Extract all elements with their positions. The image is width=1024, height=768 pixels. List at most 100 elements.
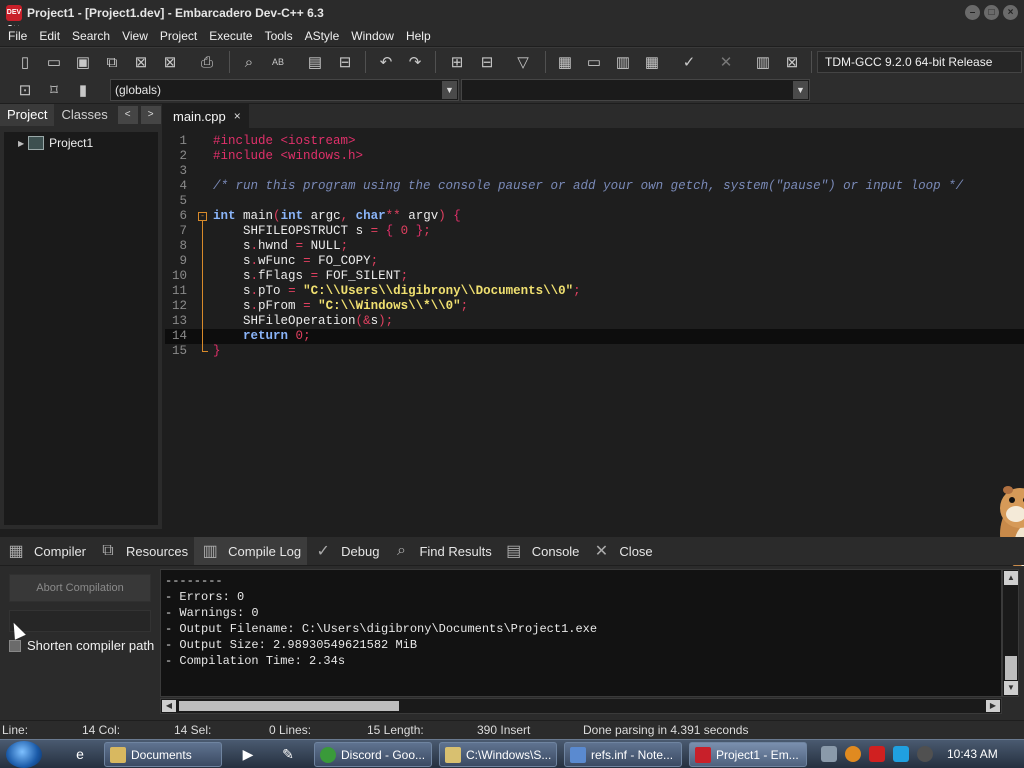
chevron-down-icon[interactable]: ▼ bbox=[442, 81, 457, 99]
tray-app-icon[interactable] bbox=[821, 746, 837, 762]
code-line[interactable]: 2 #include <windows.h> bbox=[165, 149, 1024, 164]
code-line[interactable]: 12 s.pFrom = "C:\\Windows\\*\\0"; bbox=[165, 299, 1024, 314]
scroll-up-icon[interactable]: ▲ bbox=[1004, 571, 1018, 585]
code-line[interactable]: 7 SHFILEOPSTRUCT s = { 0 }; bbox=[165, 224, 1024, 239]
menu-view[interactable]: View bbox=[116, 29, 154, 43]
menu-astyle[interactable]: AStyle bbox=[299, 29, 346, 43]
tray-flag-icon[interactable] bbox=[869, 746, 885, 762]
code-line[interactable]: 5 bbox=[165, 194, 1024, 209]
tray-volume-icon[interactable] bbox=[917, 746, 933, 762]
close-tab-icon[interactable]: × bbox=[234, 109, 241, 123]
tab-nav-prev[interactable]: < bbox=[117, 106, 138, 124]
close-window-button[interactable]: × bbox=[1003, 5, 1018, 20]
tab-project[interactable]: Project bbox=[0, 104, 55, 126]
code-line[interactable]: 1 #include <iostream> bbox=[165, 134, 1024, 149]
goto-bookmark-icon[interactable]: ▮ bbox=[72, 79, 94, 101]
compile-log-output[interactable]: -------- - Errors: 0 - Warnings: 0 - Out… bbox=[160, 569, 1002, 697]
bookmark-icon[interactable]: ⌑ bbox=[43, 79, 65, 101]
new-file-icon[interactable]: ▯ bbox=[14, 51, 36, 73]
rebuild-all-icon[interactable]: ▦ bbox=[641, 51, 663, 73]
code-line[interactable]: 15} bbox=[165, 344, 1024, 359]
code-line[interactable]: 8 s.hwnd = NULL; bbox=[165, 239, 1024, 254]
tab-debug[interactable]: ✓ Debug bbox=[307, 537, 385, 565]
replace-icon[interactable]: AB bbox=[267, 51, 289, 73]
taskbar-notepad[interactable]: refs.inf - Note... bbox=[564, 742, 682, 767]
save-all-icon[interactable]: ⧉ bbox=[101, 51, 123, 73]
compiler-select[interactable]: TDM-GCC 9.2.0 64-bit Release bbox=[817, 51, 1022, 73]
menu-tools[interactable]: Tools bbox=[259, 29, 299, 43]
code-editor[interactable]: 1 #include <iostream> 2 #include <windows.h… bbox=[165, 134, 1024, 529]
menu-window[interactable]: Window bbox=[345, 29, 400, 43]
print-icon[interactable]: ⎙ bbox=[196, 51, 218, 73]
tab-find-results[interactable]: ⌕ Find Results bbox=[385, 537, 497, 565]
taskbar-explorer[interactable]: C:\Windows\S... bbox=[439, 742, 557, 767]
code-line[interactable]: 13 SHFileOperation(&s); bbox=[165, 314, 1024, 329]
run-icon[interactable]: ▭ bbox=[583, 51, 605, 73]
code-line[interactable]: 4 /* run this program using the console p… bbox=[165, 179, 1024, 194]
expand-arrow-icon[interactable]: ▶ bbox=[18, 139, 24, 148]
internet-explorer-icon[interactable]: e bbox=[70, 744, 90, 764]
insert-code-icon[interactable]: ⊡ bbox=[14, 79, 36, 101]
tray-network-icon[interactable] bbox=[893, 746, 909, 762]
menu-project[interactable]: Project bbox=[154, 29, 203, 43]
log-horizontal-scrollbar[interactable]: ◀ ▶ bbox=[160, 698, 1002, 714]
tray-search-icon[interactable] bbox=[845, 746, 861, 762]
close-file-icon[interactable]: ⊠ bbox=[130, 51, 152, 73]
scroll-right-icon[interactable]: ▶ bbox=[986, 700, 1000, 712]
scroll-left-icon[interactable]: ◀ bbox=[162, 700, 176, 712]
taskbar-discord[interactable]: Discord - Goo... bbox=[314, 742, 432, 767]
stop-execution-icon[interactable]: ✕ bbox=[715, 51, 737, 73]
scope-combo[interactable]: (globals) ▼ bbox=[110, 79, 459, 101]
menu-search[interactable]: Search bbox=[66, 29, 116, 43]
minimize-button[interactable]: – bbox=[965, 5, 980, 20]
code-line[interactable]: 9 s.wFunc = FO_COPY; bbox=[165, 254, 1024, 269]
abort-compilation-button[interactable]: Abort Compilation bbox=[9, 574, 151, 602]
find-icon[interactable]: ⌕ bbox=[238, 51, 260, 73]
tab-compile-log[interactable]: ▥ Compile Log bbox=[194, 537, 308, 565]
tab-resources[interactable]: ⧉ Resources bbox=[92, 537, 194, 565]
tab-compiler[interactable]: ▦ Compiler bbox=[0, 537, 92, 565]
code-line[interactable]: 14 return 0; bbox=[165, 329, 1024, 344]
tab-main-cpp[interactable]: main.cpp × bbox=[165, 104, 249, 128]
close-panel-button[interactable]: ✕ Close bbox=[585, 537, 658, 565]
taskbar-devcpp[interactable]: Project1 - Em... bbox=[689, 742, 807, 767]
checkbox-icon[interactable] bbox=[9, 639, 21, 652]
tab-classes[interactable]: Classes bbox=[54, 104, 114, 126]
new-project-icon[interactable]: ⊞ bbox=[446, 51, 468, 73]
tree-item-project1[interactable]: ▶ Project1 bbox=[18, 136, 93, 150]
media-player-icon[interactable]: ▶ bbox=[238, 744, 258, 764]
paint-icon[interactable]: ✎ bbox=[278, 744, 298, 764]
goto-line-icon[interactable]: ▤ bbox=[304, 51, 326, 73]
code-line[interactable]: 10 s.fFlags = FOF_SILENT; bbox=[165, 269, 1024, 284]
chevron-down-icon[interactable]: ▼ bbox=[793, 81, 808, 99]
member-combo[interactable]: ▼ bbox=[461, 79, 810, 101]
taskbar-documents[interactable]: Documents bbox=[104, 742, 222, 767]
remove-from-project-icon[interactable]: ⊟ bbox=[476, 51, 498, 73]
shorten-compiler-path-checkbox[interactable]: Shorten compiler path bbox=[9, 638, 154, 653]
fold-toggle-icon[interactable]: - bbox=[198, 212, 207, 221]
log-vertical-scrollbar[interactable]: ▲ ▼ bbox=[1002, 569, 1019, 697]
menu-edit[interactable]: Edit bbox=[33, 29, 66, 43]
delete-profile-icon[interactable]: ⊠ bbox=[781, 51, 803, 73]
menu-file[interactable]: File bbox=[2, 29, 33, 43]
open-folder-icon[interactable]: ▭ bbox=[43, 51, 65, 73]
close-all-icon[interactable]: ⊠ bbox=[159, 51, 181, 73]
undo-icon[interactable]: ↶ bbox=[375, 51, 397, 73]
code-line[interactable]: 6 int main(int argc, char** argv) { bbox=[165, 209, 1024, 224]
syntax-check-icon[interactable]: ✓ bbox=[678, 51, 700, 73]
menu-help[interactable]: Help bbox=[400, 29, 437, 43]
scroll-thumb[interactable] bbox=[179, 701, 399, 711]
maximize-button[interactable]: □ bbox=[984, 5, 999, 20]
scroll-thumb[interactable] bbox=[1005, 656, 1017, 680]
toggle-bookmark-icon[interactable]: ⊟ bbox=[334, 51, 356, 73]
code-line[interactable]: 11 s.pTo = "C:\\Users\\digibrony\\Docume… bbox=[165, 284, 1024, 299]
redo-icon[interactable]: ↷ bbox=[404, 51, 426, 73]
code-line[interactable]: 3 bbox=[165, 164, 1024, 179]
profile-icon[interactable]: ▥ bbox=[752, 51, 774, 73]
menu-execute[interactable]: Execute bbox=[203, 29, 258, 43]
tab-console[interactable]: ▤ Console bbox=[498, 537, 586, 565]
project-options-icon[interactable]: ▽ bbox=[512, 51, 534, 73]
compile-icon[interactable]: ▦ bbox=[554, 51, 576, 73]
start-button[interactable] bbox=[6, 741, 42, 768]
save-icon[interactable]: ▣ bbox=[72, 51, 94, 73]
